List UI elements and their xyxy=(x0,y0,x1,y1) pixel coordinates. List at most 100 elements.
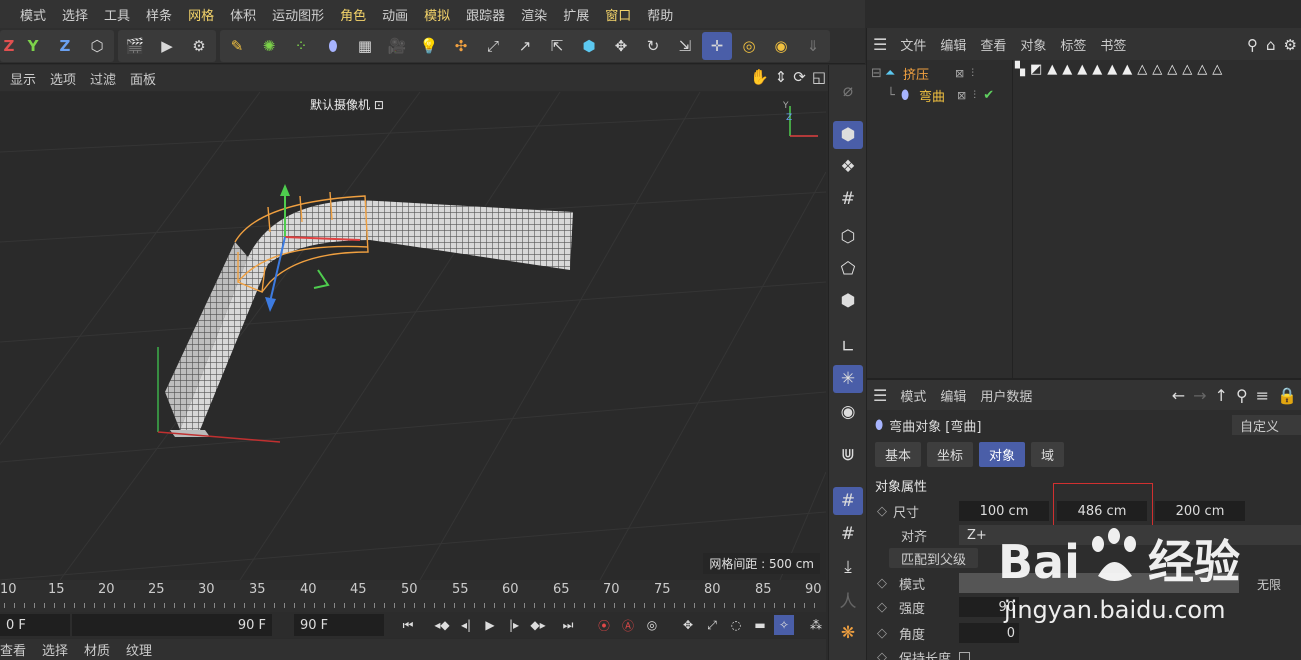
strength-field[interactable]: 90 xyxy=(959,597,1019,617)
om-menu-view[interactable]: 查看 xyxy=(973,35,1013,54)
tag-icon[interactable]: △ xyxy=(1167,62,1177,77)
phong-tag-icon[interactable]: ◩ xyxy=(1030,62,1042,77)
start-frame-field[interactable]: 0 F xyxy=(0,614,70,636)
go-to-end-icon[interactable]: ⏭ xyxy=(558,615,578,635)
x-axis-lock[interactable]: Z xyxy=(2,32,16,60)
grid-mode-icon[interactable]: # xyxy=(833,185,863,213)
tag-icon[interactable]: △ xyxy=(1137,62,1147,77)
object-name[interactable]: 弯曲 xyxy=(919,86,957,105)
menu-tracker[interactable]: 跟踪器 xyxy=(458,5,513,24)
current-frame-field[interactable]: 90 F xyxy=(294,614,384,636)
record-icon[interactable]: ⦿ xyxy=(594,615,614,635)
tree-collapse-icon[interactable]: ⊟ xyxy=(871,66,885,81)
tag-icon[interactable]: ▲ xyxy=(1062,62,1072,77)
snap-icon[interactable]: ⤢ xyxy=(478,32,508,60)
back-arrow-icon[interactable]: ← xyxy=(1172,386,1185,405)
scale-icon[interactable]: ⇲ xyxy=(670,32,700,60)
tag-icon[interactable]: ▲ xyxy=(1092,62,1102,77)
timeline-ruler[interactable]: 10 15 20 25 30 35 40 45 50 55 60 65 70 7… xyxy=(0,580,826,612)
tag-icon[interactable]: ▲ xyxy=(1107,62,1117,77)
axis-mode-icon[interactable]: ∟ xyxy=(833,333,863,361)
polygons-mode-icon[interactable]: ⬢ xyxy=(833,287,863,315)
render-view-icon[interactable]: 🎬 xyxy=(120,32,150,60)
keyframe-diamond-icon[interactable]: ◇ xyxy=(877,626,899,641)
snap-settings-icon[interactable]: # xyxy=(833,520,863,548)
bent-extrude-mesh[interactable] xyxy=(165,200,573,437)
menu-character[interactable]: 角色 xyxy=(332,5,374,24)
rotate-icon[interactable]: ↻ xyxy=(638,32,668,60)
lock-icon[interactable]: 🔒 xyxy=(1277,386,1297,405)
magnet-icon[interactable]: ⋓ xyxy=(833,441,863,469)
keep-length-checkbox[interactable] xyxy=(959,651,971,660)
auto-key-icon[interactable]: Ⓐ xyxy=(618,615,638,635)
scene-icon[interactable]: ✣ xyxy=(446,32,476,60)
key-scale-icon[interactable]: ⤢ xyxy=(702,615,722,635)
key-rotation-icon[interactable]: ◌ xyxy=(726,615,746,635)
up-arrow-icon[interactable]: ↑ xyxy=(1215,386,1228,405)
material-menu-select[interactable]: 选择 xyxy=(34,640,76,659)
orbit-icon[interactable]: ⟳ xyxy=(793,68,806,86)
am-menu-edit[interactable]: 编辑 xyxy=(933,386,973,405)
key-position-icon[interactable]: ✥ xyxy=(678,615,698,635)
om-menu-bookmark[interactable]: 书签 xyxy=(1093,35,1133,54)
filter-icon[interactable]: ⚙ xyxy=(1284,36,1297,54)
object-mode-icon[interactable]: ⬢ xyxy=(833,121,863,149)
camera-label[interactable]: 默认摄像机 ⊡ xyxy=(310,96,384,113)
axis-mode-icon[interactable]: ⇱ xyxy=(542,32,572,60)
match-parent-button[interactable]: 匹配到父级 xyxy=(889,548,979,568)
coordinate-system-icon[interactable]: ⬡ xyxy=(82,32,112,60)
menu-spline[interactable]: 样条 xyxy=(138,5,180,24)
download-icon[interactable]: ⇓ xyxy=(798,32,828,60)
keyframe-record-icon[interactable]: ◎ xyxy=(734,32,764,60)
go-to-start-icon[interactable]: ⏮ xyxy=(398,615,418,635)
live-selection-icon[interactable]: ✛ xyxy=(702,31,732,60)
snap-grid-icon[interactable]: # xyxy=(833,487,863,515)
om-menu-object[interactable]: 对象 xyxy=(1013,35,1053,54)
workplane-icon[interactable]: ↗ xyxy=(510,32,540,60)
material-menu-view[interactable]: 查看 xyxy=(0,640,34,659)
tab-coord[interactable]: 坐标 xyxy=(927,442,974,467)
custom-dropdown[interactable]: 自定义 xyxy=(1232,415,1301,435)
material-menu-material[interactable]: 材质 xyxy=(76,640,118,659)
size-z-field[interactable]: 200 cm xyxy=(1155,501,1245,521)
viewport-menu-options[interactable]: 选项 xyxy=(50,69,86,88)
mode-dropdown-fill[interactable] xyxy=(959,573,1239,593)
cloner-icon[interactable]: ⁘ xyxy=(286,32,316,60)
filter-icon[interactable]: ≡ xyxy=(1256,386,1269,405)
move-icon[interactable]: ✥ xyxy=(606,32,636,60)
angle-field[interactable]: 0 xyxy=(959,623,1019,643)
tag-icon[interactable]: △ xyxy=(1197,62,1207,77)
end-frame-field[interactable]: 90 F xyxy=(72,614,272,636)
tag-icon[interactable]: ▲ xyxy=(1047,62,1057,77)
viewport-menu-display[interactable]: 显示 xyxy=(10,69,46,88)
enabled-check-icon[interactable]: ✔ xyxy=(983,88,994,103)
menu-render[interactable]: 渲染 xyxy=(513,5,555,24)
search-icon[interactable]: ⚲ xyxy=(1247,36,1258,54)
play-icon[interactable]: ▶ xyxy=(480,615,500,635)
prev-frame-icon[interactable]: ◂| xyxy=(456,615,476,635)
tab-field[interactable]: 域 xyxy=(1031,442,1065,467)
edges-mode-icon[interactable]: ⬠ xyxy=(833,255,863,283)
z-axis-lock[interactable]: Z xyxy=(50,32,80,60)
dolly-icon[interactable]: ⇕ xyxy=(775,68,788,86)
floor-snap-icon[interactable]: ⤓ xyxy=(833,553,863,581)
timeline-settings-icon[interactable]: ⁂ xyxy=(806,615,826,635)
deformer-icon[interactable]: ⬮ xyxy=(318,32,348,60)
size-x-field[interactable]: 100 cm xyxy=(959,501,1049,521)
gear-sun-icon[interactable]: ❋ xyxy=(833,619,863,647)
tab-basic[interactable]: 基本 xyxy=(875,442,922,467)
tag-icon[interactable]: ▲ xyxy=(1077,62,1087,77)
am-menu-userdata[interactable]: 用户数据 xyxy=(973,386,1039,405)
viewport-menu-filter[interactable]: 过滤 xyxy=(90,69,126,88)
generator-icon[interactable]: ✺ xyxy=(254,32,284,60)
viewport-menu-panel[interactable]: 面板 xyxy=(130,69,166,88)
menu-help[interactable]: 帮助 xyxy=(639,5,681,24)
am-menu-mode[interactable]: 模式 xyxy=(893,386,933,405)
menu-mesh[interactable]: 网格 xyxy=(180,5,222,24)
hamburger-icon[interactable]: ☰ xyxy=(873,35,893,54)
y-axis-lock[interactable]: Y xyxy=(18,32,48,60)
keyframe-diamond-icon[interactable]: ◇ xyxy=(877,650,899,660)
home-icon[interactable]: ⌂ xyxy=(1266,36,1276,54)
character-pose-icon[interactable]: ⼈ xyxy=(833,585,863,613)
tag-icon[interactable]: △ xyxy=(1152,62,1162,77)
